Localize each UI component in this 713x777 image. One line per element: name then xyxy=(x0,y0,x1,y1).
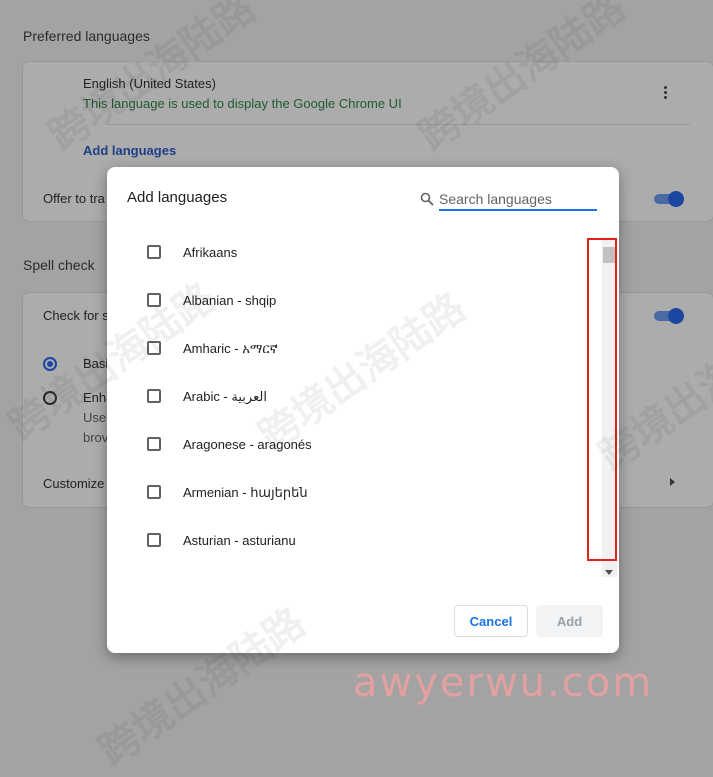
language-list: Afrikaans Albanian - shqip Amharic - አማር… xyxy=(107,229,587,565)
language-checkbox[interactable] xyxy=(147,533,161,547)
add-button[interactable]: Add xyxy=(536,605,603,637)
add-languages-link[interactable]: Add languages xyxy=(83,143,176,158)
language-checkbox[interactable] xyxy=(147,341,161,355)
language-row[interactable]: Armenian - հայերեն xyxy=(107,469,587,517)
language-row[interactable]: Albanian - shqip xyxy=(107,277,587,325)
language-label: Armenian - հայերեն xyxy=(183,485,308,500)
offer-translate-label: Offer to tra xyxy=(43,191,105,206)
scroll-down-arrow-icon[interactable] xyxy=(605,570,613,575)
add-languages-dialog: Add languages Afrikaans Albanian - shqip… xyxy=(107,167,619,653)
language-checkbox[interactable] xyxy=(147,485,161,499)
language-checkbox[interactable] xyxy=(147,293,161,307)
basic-radio[interactable] xyxy=(43,357,57,371)
customize-label[interactable]: Customize xyxy=(43,476,104,491)
language-checkbox[interactable] xyxy=(147,389,161,403)
spell-check-title: Spell check xyxy=(23,257,95,273)
preferred-languages-title: Preferred languages xyxy=(23,28,150,44)
language-label: Arabic - العربية xyxy=(183,389,267,404)
language-description: This language is used to display the Goo… xyxy=(83,96,402,111)
scrollbar-highlight-annotation xyxy=(587,238,617,561)
language-row[interactable]: Afrikaans xyxy=(107,229,587,277)
language-label: Aragonese - aragonés xyxy=(183,437,312,452)
language-row[interactable]: Aragonese - aragonés xyxy=(107,421,587,469)
language-label: Asturian - asturianu xyxy=(183,533,296,548)
language-row[interactable]: Amharic - አማርኛ xyxy=(107,325,587,373)
more-actions-icon[interactable] xyxy=(660,84,670,106)
language-row[interactable]: Asturian - asturianu xyxy=(107,517,587,565)
language-label: Amharic - አማርኛ xyxy=(183,341,278,356)
spell-check-toggle[interactable] xyxy=(652,308,684,324)
cancel-button[interactable]: Cancel xyxy=(454,605,528,637)
language-label: Albanian - shqip xyxy=(183,293,277,308)
language-label: Afrikaans xyxy=(183,245,238,260)
dialog-title: Add languages xyxy=(127,189,228,206)
enhanced-radio[interactable] xyxy=(43,391,57,405)
search-languages-input[interactable] xyxy=(439,189,597,211)
watermark-logo: awyerwu.com xyxy=(353,660,654,706)
divider xyxy=(106,124,690,125)
language-checkbox[interactable] xyxy=(147,245,161,259)
search-icon xyxy=(420,192,434,206)
enhanced-sub-line-1: Use xyxy=(83,410,107,425)
offer-translate-toggle[interactable] xyxy=(652,191,684,207)
chevron-right-icon[interactable] xyxy=(670,478,675,486)
language-row[interactable]: Arabic - العربية xyxy=(107,373,587,421)
basic-label: Basi xyxy=(83,356,109,371)
enhanced-sub-line-2: brov xyxy=(83,430,109,445)
language-name: English (United States) xyxy=(83,76,216,91)
check-for-label: Check for s xyxy=(43,308,109,323)
language-checkbox[interactable] xyxy=(147,437,161,451)
